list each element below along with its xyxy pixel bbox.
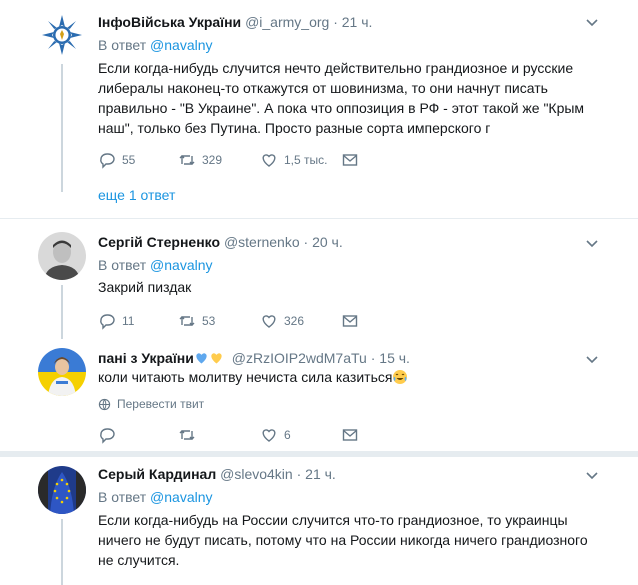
tweet-actions: 55 329 1,5 тыс.	[98, 150, 518, 170]
envelope-icon	[342, 429, 358, 441]
tweet-4[interactable]: Серый Кардинал @slevo4kin · 21 ч. В отве…	[0, 457, 638, 585]
retweet-action[interactable]	[178, 425, 202, 445]
user-handle[interactable]: @i_army_org	[245, 14, 329, 30]
tweet-2[interactable]: Сергій Стерненко @sternenko · 20 ч. В от…	[0, 219, 638, 339]
reply-action[interactable]	[98, 425, 122, 445]
heart-icon	[262, 429, 276, 442]
retweet-count: 53	[202, 314, 216, 328]
heart-icon	[262, 315, 276, 328]
display-name[interactable]: Серый Кардинал	[98, 466, 216, 482]
tears-of-joy-emoji-icon	[393, 370, 408, 384]
tweet-header: пані з України @zRzIOIP2wdM7aTu · 15 ч.	[98, 349, 410, 367]
tweet-text: Если когда-нибудь случится нечто действи…	[98, 60, 585, 136]
separator-dot: ·	[333, 14, 338, 30]
like-count: 326	[284, 314, 305, 328]
separator-dot: ·	[303, 234, 309, 250]
reply-action[interactable]: 55	[98, 150, 135, 170]
person-flag-photo-icon	[38, 348, 86, 396]
display-name[interactable]: Сергій Стерненко	[98, 234, 220, 250]
envelope-icon	[342, 315, 358, 327]
chevron-down-icon[interactable]	[584, 235, 600, 251]
reply-icon	[100, 153, 115, 169]
tweet-text: Закрий пиздак	[98, 279, 192, 295]
envelope-icon	[342, 154, 358, 166]
globe-icon	[98, 398, 111, 410]
tweet-header: ІнфоВійська України @i_army_org · 21 ч.	[98, 13, 372, 31]
chevron-down-icon[interactable]	[584, 467, 600, 483]
timestamp[interactable]: 21 ч.	[342, 14, 373, 30]
retweet-icon	[179, 155, 195, 165]
display-name[interactable]: пані з України	[98, 350, 194, 366]
blue-heart-icon	[196, 353, 207, 364]
translate-label[interactable]: Перевести твит	[117, 397, 204, 411]
like-count: 6	[284, 428, 291, 442]
person-photo-icon	[38, 232, 86, 280]
retweet-icon	[179, 316, 195, 326]
direct-message-action[interactable]	[341, 150, 359, 170]
retweet-action[interactable]: 53	[178, 311, 215, 331]
timestamp[interactable]: 21 ч.	[305, 466, 336, 482]
yellow-heart-icon	[211, 353, 222, 364]
shield-emblem-icon	[38, 11, 86, 59]
avatar[interactable]	[38, 232, 86, 280]
reply-count: 55	[122, 153, 136, 167]
reply-context: В ответ @navalny	[98, 36, 213, 54]
tweet-text: коли читають молитву нечиста сила казить…	[98, 367, 598, 387]
reply-prefix: В ответ	[98, 257, 151, 273]
reply-icon	[100, 428, 115, 444]
reply-mention-link[interactable]: @navalny	[150, 257, 212, 273]
reply-action[interactable]: 11	[98, 311, 134, 331]
thread-line	[61, 64, 63, 192]
reply-prefix: В ответ	[98, 489, 151, 505]
reply-mention-link[interactable]: @navalny	[150, 489, 212, 505]
reply-context: В ответ @navalny	[98, 488, 213, 506]
show-more-replies-link[interactable]: еще 1 ответ	[98, 186, 175, 204]
reply-mention-link[interactable]: @navalny	[150, 37, 212, 53]
reply-prefix: В ответ	[98, 37, 151, 53]
tweet-text-body: коли читають молитву нечиста сила казить…	[98, 369, 393, 385]
like-action[interactable]: 326	[260, 311, 304, 331]
translate-tweet-link[interactable]: Перевести твит	[98, 397, 204, 411]
reply-count: 11	[122, 314, 135, 328]
tweet-header: Сергій Стерненко @sternenko · 20 ч.	[98, 233, 343, 251]
avatar[interactable]	[38, 11, 86, 59]
chevron-down-icon[interactable]	[584, 14, 600, 30]
tweet-actions: 6	[98, 425, 518, 445]
tweet-actions: 11 53 326	[98, 311, 518, 331]
tweet-text: Если когда-нибудь на России случится что…	[98, 512, 588, 568]
timestamp[interactable]: 15 ч.	[379, 350, 410, 366]
like-action[interactable]: 1,5 тыс.	[260, 150, 327, 170]
timestamp[interactable]: 20 ч.	[312, 234, 343, 250]
like-count: 1,5 тыс.	[284, 153, 328, 167]
tweet-3[interactable]: пані з України @zRzIOIP2wdM7aTu · 15 ч. …	[0, 339, 638, 451]
retweet-icon	[179, 430, 195, 440]
direct-message-action[interactable]	[341, 425, 359, 445]
display-name[interactable]: ІнфоВійська України	[98, 14, 241, 30]
tweet-1[interactable]: ІнфоВійська України @i_army_org · 21 ч. …	[0, 0, 638, 220]
separator-dot: ·	[370, 350, 376, 366]
thread-line	[61, 285, 63, 339]
retweet-action[interactable]: 329	[178, 150, 222, 170]
user-handle[interactable]: @zRzIOIP2wdM7aTu	[232, 350, 367, 366]
tweet-header: Серый Кардинал @slevo4kin · 21 ч.	[98, 465, 336, 483]
avatar[interactable]	[38, 348, 86, 396]
reply-icon	[100, 314, 115, 330]
retweet-count: 329	[202, 153, 223, 167]
avatar[interactable]	[38, 466, 86, 514]
thread-line	[61, 519, 63, 585]
reply-context: В ответ @navalny	[98, 256, 213, 274]
user-handle[interactable]: @slevo4kin	[220, 466, 293, 482]
like-action[interactable]: 6	[260, 425, 291, 445]
eu-flag-figure-icon	[38, 466, 86, 514]
separator-dot: ·	[296, 466, 302, 482]
heart-icon	[262, 154, 276, 167]
direct-message-action[interactable]	[341, 311, 359, 331]
chevron-down-icon[interactable]	[584, 351, 600, 367]
user-handle[interactable]: @sternenko	[224, 234, 300, 250]
